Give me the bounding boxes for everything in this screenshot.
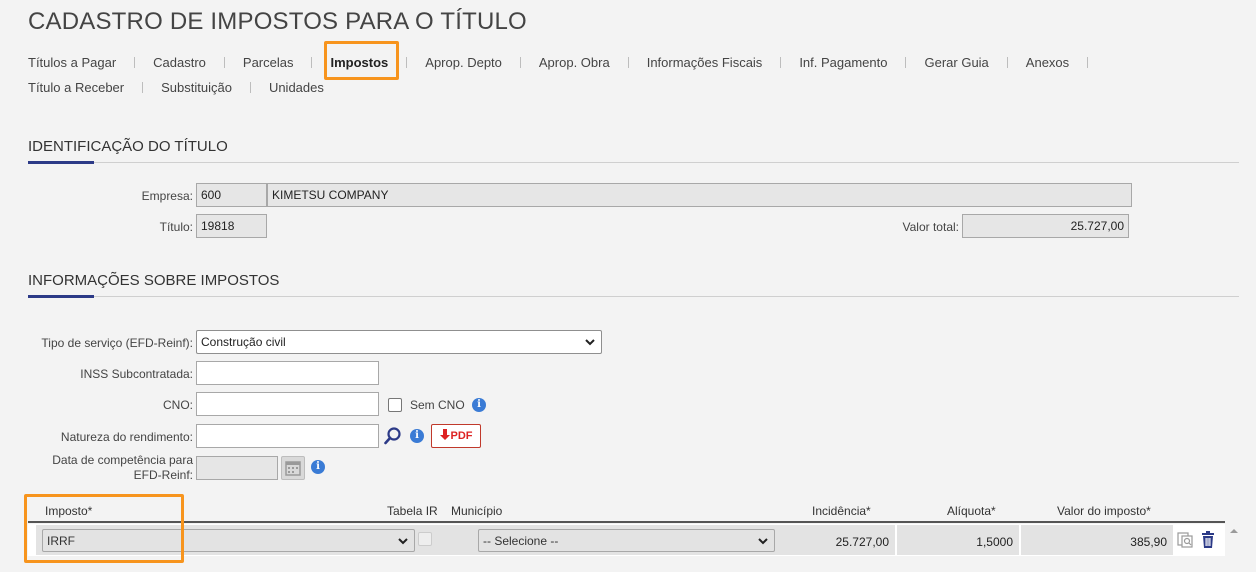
- imposto-value: IRRF: [47, 533, 75, 548]
- section-divider: [28, 296, 1239, 297]
- imposto-select[interactable]: IRRF: [42, 529, 415, 552]
- empresa-name-field: KIMETSU COMPANY: [267, 183, 1132, 207]
- section-title-impostos: INFORMAÇÕES SOBRE IMPOSTOS: [28, 272, 280, 289]
- section-accent: [28, 161, 94, 164]
- tab-divider: [519, 57, 521, 68]
- tab-parcelas[interactable]: Parcelas: [243, 55, 294, 70]
- pdf-download-button[interactable]: PDF: [431, 424, 481, 448]
- search-icon[interactable]: [383, 426, 403, 446]
- calendar-icon: [281, 456, 305, 480]
- municipio-value: -- Selecione --: [483, 533, 559, 548]
- tab-aprop-depto[interactable]: Aprop. Depto: [425, 55, 502, 70]
- col-header-aliquota: Alíquota*: [947, 504, 996, 518]
- tab-divider: [905, 57, 907, 68]
- pdf-download-icon: [439, 428, 450, 444]
- tab-divider: [406, 57, 408, 68]
- municipio-select[interactable]: -- Selecione --: [478, 529, 775, 552]
- data-competencia-label-line1: Data de competência para: [52, 453, 193, 467]
- tab-divider: [142, 82, 144, 93]
- section-divider: [28, 162, 1239, 163]
- tab-inf-pagamento[interactable]: Inf. Pagamento: [799, 55, 887, 70]
- data-competencia-label: Data de competência para EFD-Reinf:: [10, 453, 193, 483]
- tab-gerar-guia[interactable]: Gerar Guia: [924, 55, 988, 70]
- tab-divider: [627, 57, 629, 68]
- col-header-municipio: Município: [451, 504, 503, 518]
- col-header-imposto: Imposto*: [45, 504, 93, 518]
- col-header-incidencia: Incidência*: [812, 504, 871, 518]
- chevron-down-icon: [756, 534, 770, 548]
- titulo-field: 19818: [196, 214, 267, 238]
- titulo-label: Título:: [159, 220, 193, 234]
- section-title-identificacao: IDENTIFICAÇÃO DO TÍTULO: [28, 138, 228, 155]
- tab-titulo-a-receber[interactable]: Título a Receber: [28, 80, 124, 95]
- tipo-servico-select[interactable]: Construção civil: [196, 330, 602, 354]
- tab-impostos[interactable]: Impostos: [330, 55, 388, 70]
- tab-substituicao[interactable]: Substituição: [161, 80, 232, 95]
- tab-divider: [1087, 57, 1089, 68]
- tab-row-2: Título a Receber Substituição Unidades: [28, 80, 1228, 95]
- valor-imposto-cell[interactable]: 385,90: [1021, 525, 1173, 555]
- valor-total-label: Valor total:: [902, 220, 959, 234]
- tab-divider: [780, 57, 782, 68]
- incidencia-cell[interactable]: 25.727,00: [778, 525, 895, 555]
- tab-divider: [249, 82, 251, 93]
- info-icon[interactable]: i: [472, 398, 486, 412]
- tab-divider: [223, 57, 225, 68]
- section-accent: [28, 295, 94, 298]
- info-icon[interactable]: i: [410, 429, 424, 443]
- tab-aprop-obra[interactable]: Aprop. Obra: [539, 55, 610, 70]
- chevron-down-icon: [396, 534, 410, 548]
- tab-divider: [311, 57, 313, 68]
- tipo-servico-value: Construção civil: [201, 335, 286, 349]
- grid-header-divider: [28, 521, 1225, 523]
- cno-input[interactable]: [196, 392, 379, 416]
- tab-cadastro[interactable]: Cadastro: [153, 55, 206, 70]
- trash-icon[interactable]: [1199, 530, 1217, 550]
- data-competencia-field: [196, 456, 278, 480]
- tipo-servico-label: Tipo de serviço (EFD-Reinf):: [41, 336, 193, 350]
- tab-divider: [1006, 57, 1008, 68]
- sem-cno-checkbox[interactable]: [388, 398, 402, 412]
- empresa-code-field: 600: [196, 183, 267, 207]
- inss-label: INSS Subcontratada:: [80, 367, 193, 381]
- empresa-label: Empresa:: [141, 189, 193, 203]
- pdf-label: PDF: [450, 430, 473, 442]
- inss-subcontratada-input[interactable]: [196, 361, 379, 385]
- aliquota-cell[interactable]: 1,5000: [897, 525, 1019, 555]
- page-title: CADASTRO DE IMPOSTOS PARA O TÍTULO: [28, 8, 527, 35]
- cno-label: CNO:: [163, 398, 193, 412]
- data-competencia-label-line2: EFD-Reinf:: [133, 468, 193, 482]
- vertical-scrollbar[interactable]: [1228, 524, 1240, 572]
- info-icon[interactable]: i: [311, 460, 325, 474]
- natureza-rendimento-input[interactable]: [196, 424, 379, 448]
- tab-bar: Títulos a Pagar Cadastro Parcelas Impost…: [28, 55, 1228, 105]
- col-header-tabela-ir: Tabela IR: [387, 504, 438, 518]
- sem-cno-label: Sem CNO: [410, 398, 465, 412]
- tab-unidades[interactable]: Unidades: [269, 80, 324, 95]
- valor-total-field: 25.727,00: [962, 214, 1129, 238]
- natureza-label: Natureza do rendimento:: [60, 430, 193, 444]
- tab-informacoes-fiscais[interactable]: Informações Fiscais: [647, 55, 763, 70]
- chevron-down-icon: [583, 335, 597, 349]
- tab-titulos-a-pagar[interactable]: Títulos a Pagar: [28, 55, 116, 70]
- tab-anexos[interactable]: Anexos: [1026, 55, 1069, 70]
- copy-icon[interactable]: [1176, 531, 1194, 549]
- tabela-ir-checkbox[interactable]: [418, 532, 432, 546]
- scroll-up-icon[interactable]: [1228, 525, 1240, 537]
- tab-row-1: Títulos a Pagar Cadastro Parcelas Impost…: [28, 55, 1228, 70]
- col-header-valor-imposto: Valor do imposto*: [1057, 504, 1151, 518]
- tab-divider: [134, 57, 136, 68]
